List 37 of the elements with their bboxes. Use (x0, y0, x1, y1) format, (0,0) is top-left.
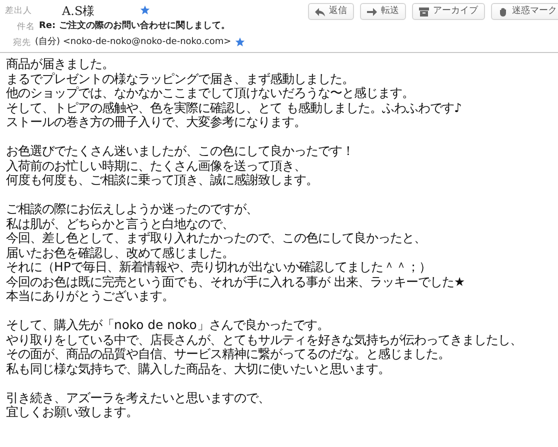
text-line: そして、トピアの感触や、色を実際に確認し、とて も感動しました。ふわふわです♪ (6, 100, 463, 115)
text-line: それに（HPで毎日、新着情報や、売り切れが出ないか確認してました＾＾；） (6, 260, 432, 274)
text-line: そして、購入先が「noko de noko」さんで良かったです。 (6, 318, 330, 332)
text-line: 商品が届きました。 (6, 57, 115, 72)
reply-button[interactable]: 返信 (308, 3, 354, 20)
from-label: 差出人 (5, 4, 32, 18)
text-line: 今回、差し色として、まず取り入れたかったので、この色にして良かったと、 (6, 231, 427, 246)
text-line: 私は肌が、どちらかと言うと白地なので、 (6, 216, 235, 231)
text-line: ストールの巻き方の冊子入りで、大変参考になります。 (6, 115, 307, 130)
text-line: 届いたお色を確認し、改めて感じました。 (6, 246, 235, 260)
text-line: その面が、商品の品質や自信、サービス精神に繋がってるのだな。と感じました。 (6, 347, 451, 362)
text-line: ご相談の際にお伝えしようか迷ったのですが、 (6, 202, 259, 216)
text-line: 他のショップでは、なかなかここまでして頂けないだろうな〜と感じます。 (6, 86, 415, 100)
archive-box-icon (419, 6, 429, 16)
text-line: やり取りをしている中で、店長さんが、とてもサルティを好きな気持ちが伝わってきましたし、 (6, 332, 523, 347)
star-icon[interactable] (235, 36, 246, 47)
hand-icon (498, 6, 508, 16)
spam-button[interactable]: 迷惑マーク (491, 3, 558, 20)
star-icon[interactable] (140, 4, 150, 15)
subject-label: 件名 (17, 20, 35, 34)
reply-arrow-icon (315, 6, 325, 16)
sender-name: A.S様 (62, 3, 96, 20)
text-line: 本当にありがとうございます。 (6, 289, 175, 304)
text-line: お色選びでたくさん迷いましたが、この色にして良かったです！ (6, 144, 355, 158)
text-line: 私も同じ様な気持ちで、購入した商品を、大切に使いたいと思います。 (6, 362, 391, 376)
archive-button[interactable]: アーカイブ (412, 3, 485, 20)
recipient-address: (自分) <noko-de-noko@noko-de-noko.com> (35, 36, 232, 50)
text-line: 入荷前のお忙しい時期に、たくさん画像を送って頂き、 (6, 158, 307, 173)
text-line: 宜しくお願い致します。 (6, 405, 139, 420)
forward-button[interactable]: 転送 (360, 3, 406, 20)
text-line: 引き続き、アズーラを考えたいと思いますので、 (6, 390, 271, 405)
text-line: まるでプレゼントの様なラッピングで届き、まず感動しました。 (6, 72, 355, 86)
arrow-icon (367, 6, 377, 16)
text-line: 何度も何度も、ご相談に乗って頂き、誠に感謝致します。 (6, 173, 319, 188)
to-label: 宛先 (13, 36, 31, 50)
text-line: 今回のお色は既に完売という面でも、それが手に入れる事が 出来、ラッキーでした★ (6, 274, 466, 289)
subject-text: Re: ご注文の際のお問い合わせに関しまして。 (39, 20, 230, 34)
